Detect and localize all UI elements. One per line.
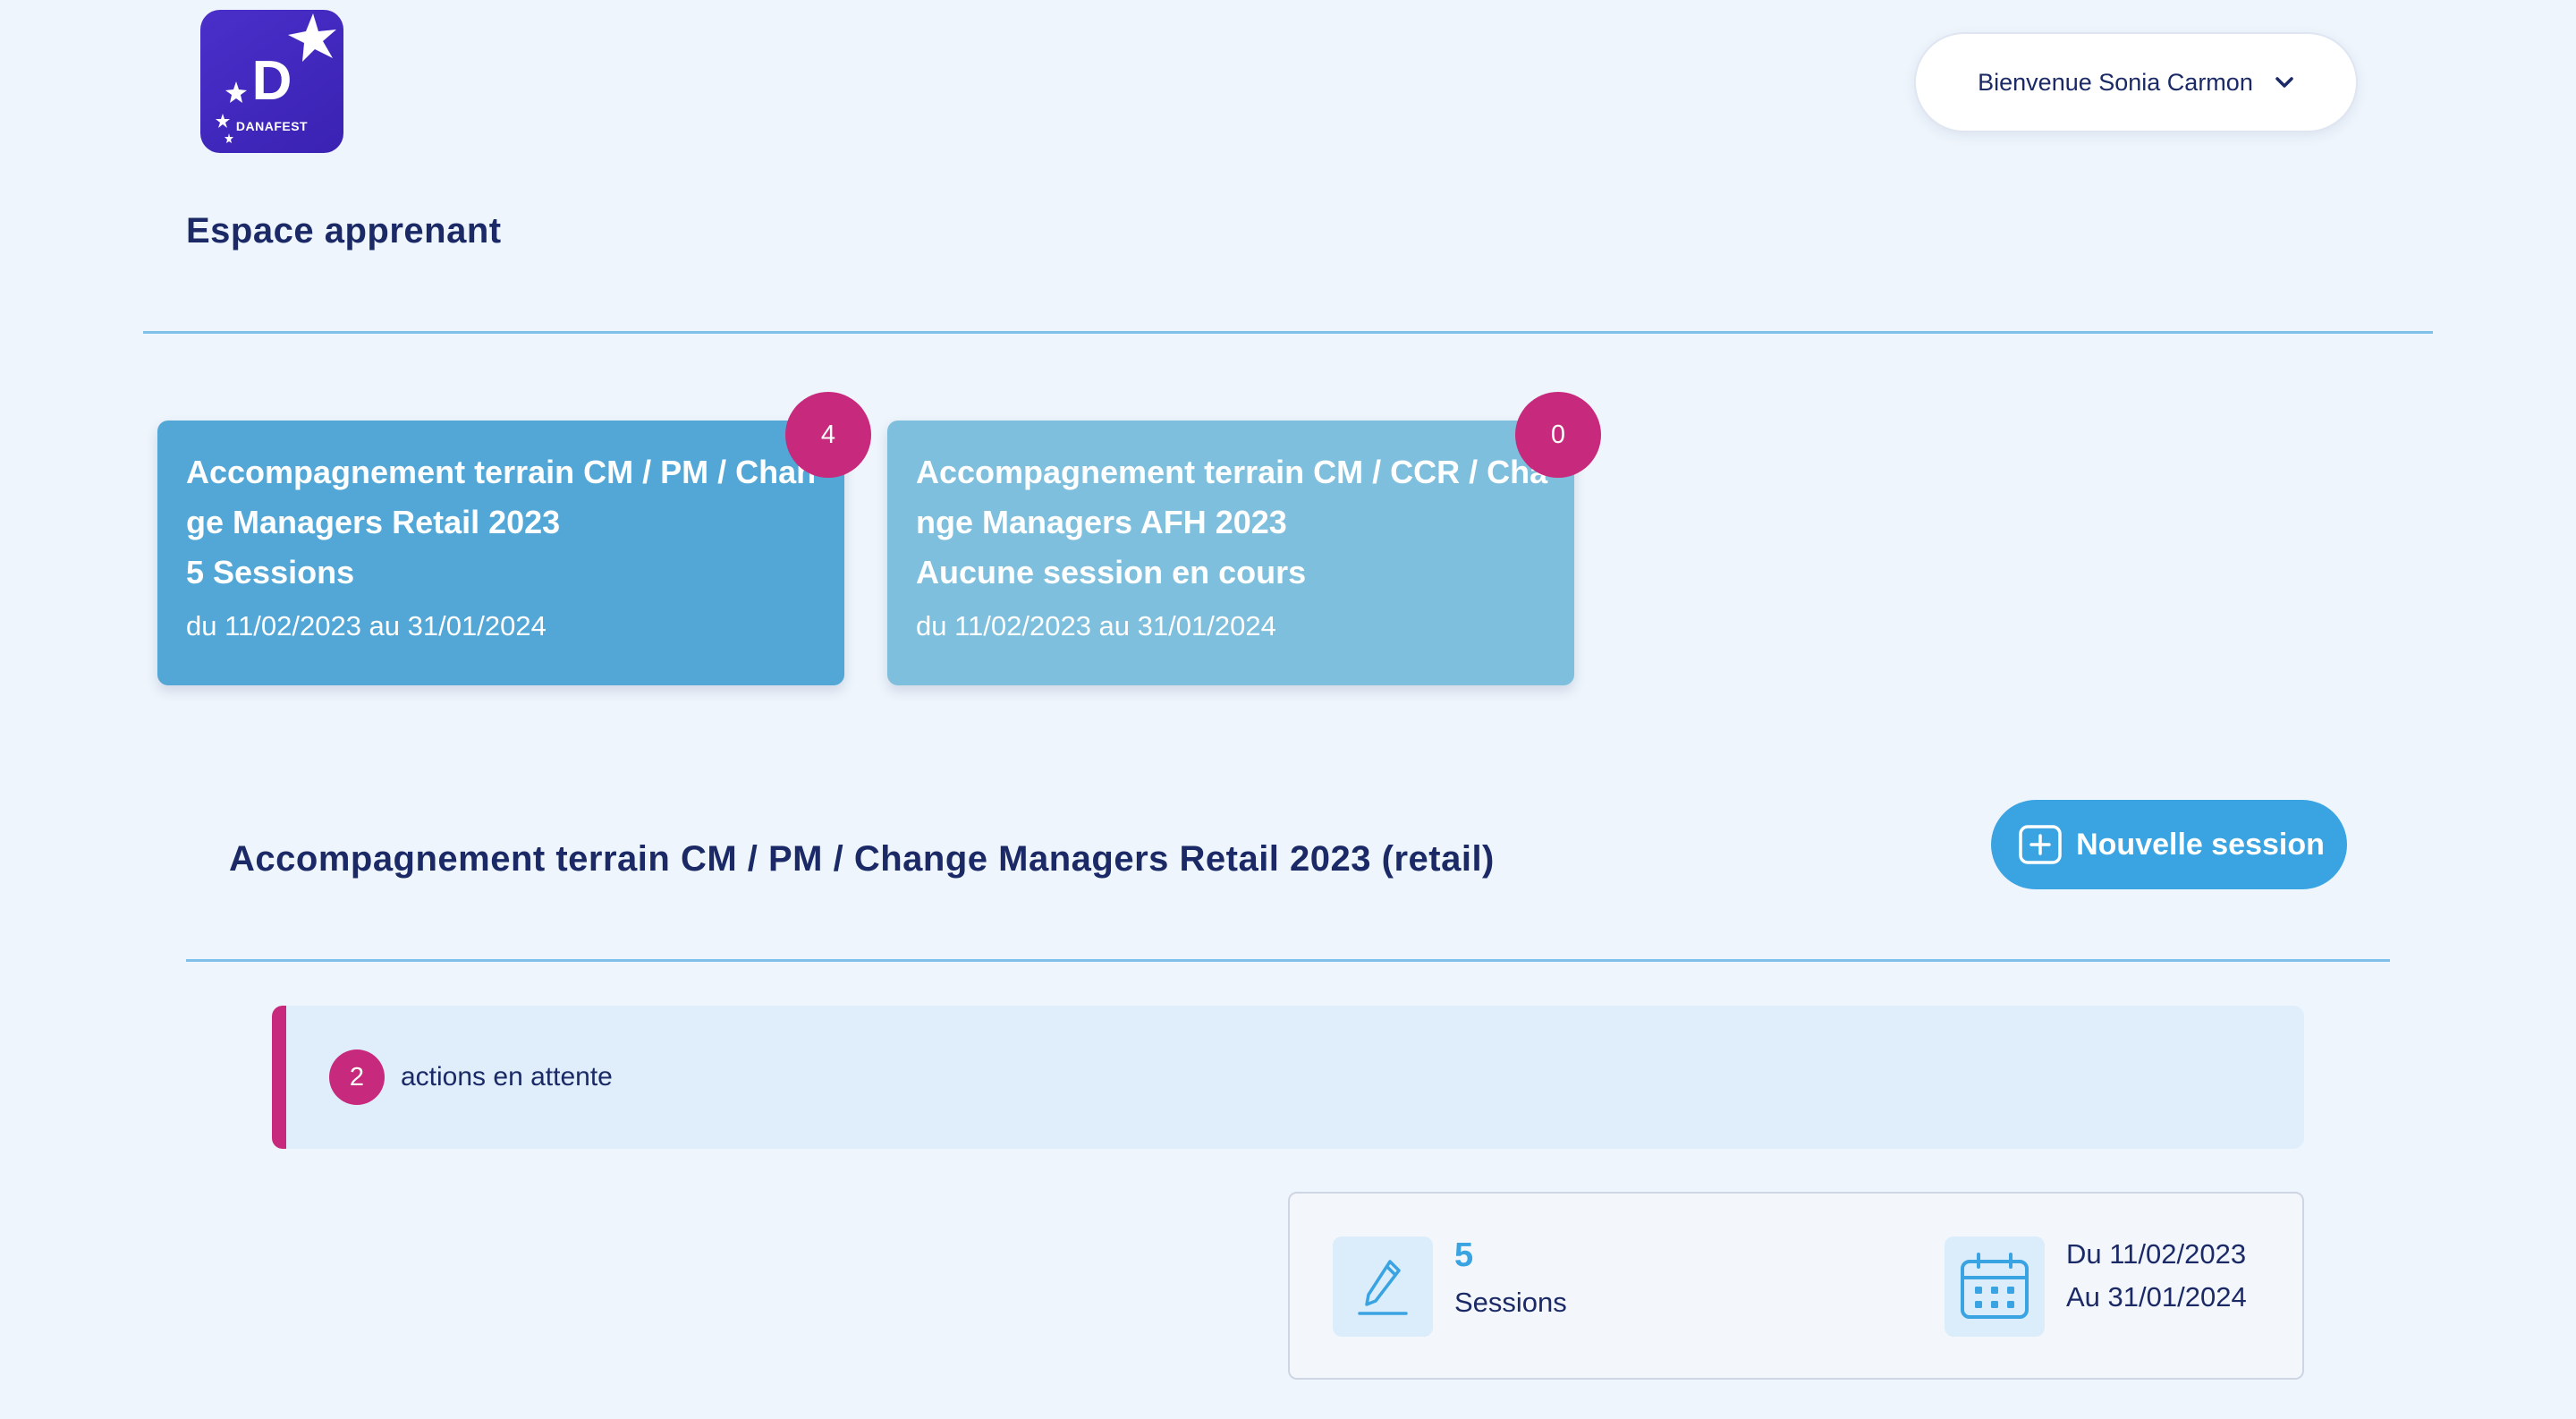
plus-square-icon	[2019, 825, 2062, 864]
new-session-label: Nouvelle session	[2076, 827, 2325, 862]
sessions-count: 5	[1454, 1236, 1474, 1274]
program-sessions: 5 Sessions	[186, 554, 355, 591]
date-to: Au 31/01/2024	[2066, 1281, 2247, 1313]
divider	[186, 959, 2390, 962]
date-from: Du 11/02/2023	[2066, 1238, 2247, 1270]
page-title: Espace apprenant	[186, 211, 502, 251]
logo-wordmark: DANAFEST	[235, 119, 309, 133]
section-title: Accompagnement terrain CM / PM / Change …	[229, 839, 1495, 879]
program-title: Accompagnement terrain CM / PM / Change …	[186, 454, 817, 540]
new-session-button[interactable]: Nouvelle session	[1991, 800, 2347, 889]
program-sessions: Aucune session en cours	[916, 554, 1307, 591]
brand-logo[interactable]: D DANAFEST	[200, 10, 343, 153]
pending-count-badge: 2	[329, 1049, 385, 1105]
program-dates: du 11/02/2023 au 31/01/2024	[186, 610, 547, 642]
welcome-text: Bienvenue Sonia Carmon	[1978, 68, 2253, 96]
program-card-afh[interactable]: Accompagnement terrain CM / CCR / Change…	[887, 392, 1601, 685]
pending-actions-banner[interactable]: 2 actions en attente	[272, 1006, 2304, 1149]
notification-badge: 0	[1515, 392, 1601, 478]
divider	[143, 331, 2433, 334]
logo-letter: D	[251, 50, 292, 112]
chevron-down-icon	[2275, 77, 2293, 88]
calendar-icon	[1961, 1253, 2029, 1319]
program-stats-panel: 5 Sessions Du 11/02/2023 Au 31/01/2024	[1288, 1192, 2304, 1380]
notification-badge: 4	[785, 392, 871, 478]
user-menu-button[interactable]: Bienvenue Sonia Carmon	[1914, 32, 2358, 132]
sessions-label: Sessions	[1454, 1287, 1567, 1318]
pencil-icon-tile	[1333, 1236, 1433, 1337]
program-dates: du 11/02/2023 au 31/01/2024	[916, 610, 1276, 642]
program-card-retail[interactable]: Accompagnement terrain CM / PM / Change …	[157, 392, 871, 685]
program-title: Accompagnement terrain CM / CCR / Change…	[916, 454, 1548, 540]
pending-label: actions en attente	[401, 1062, 613, 1092]
pencil-icon	[1358, 1260, 1408, 1315]
calendar-icon-tile	[1945, 1236, 2045, 1337]
